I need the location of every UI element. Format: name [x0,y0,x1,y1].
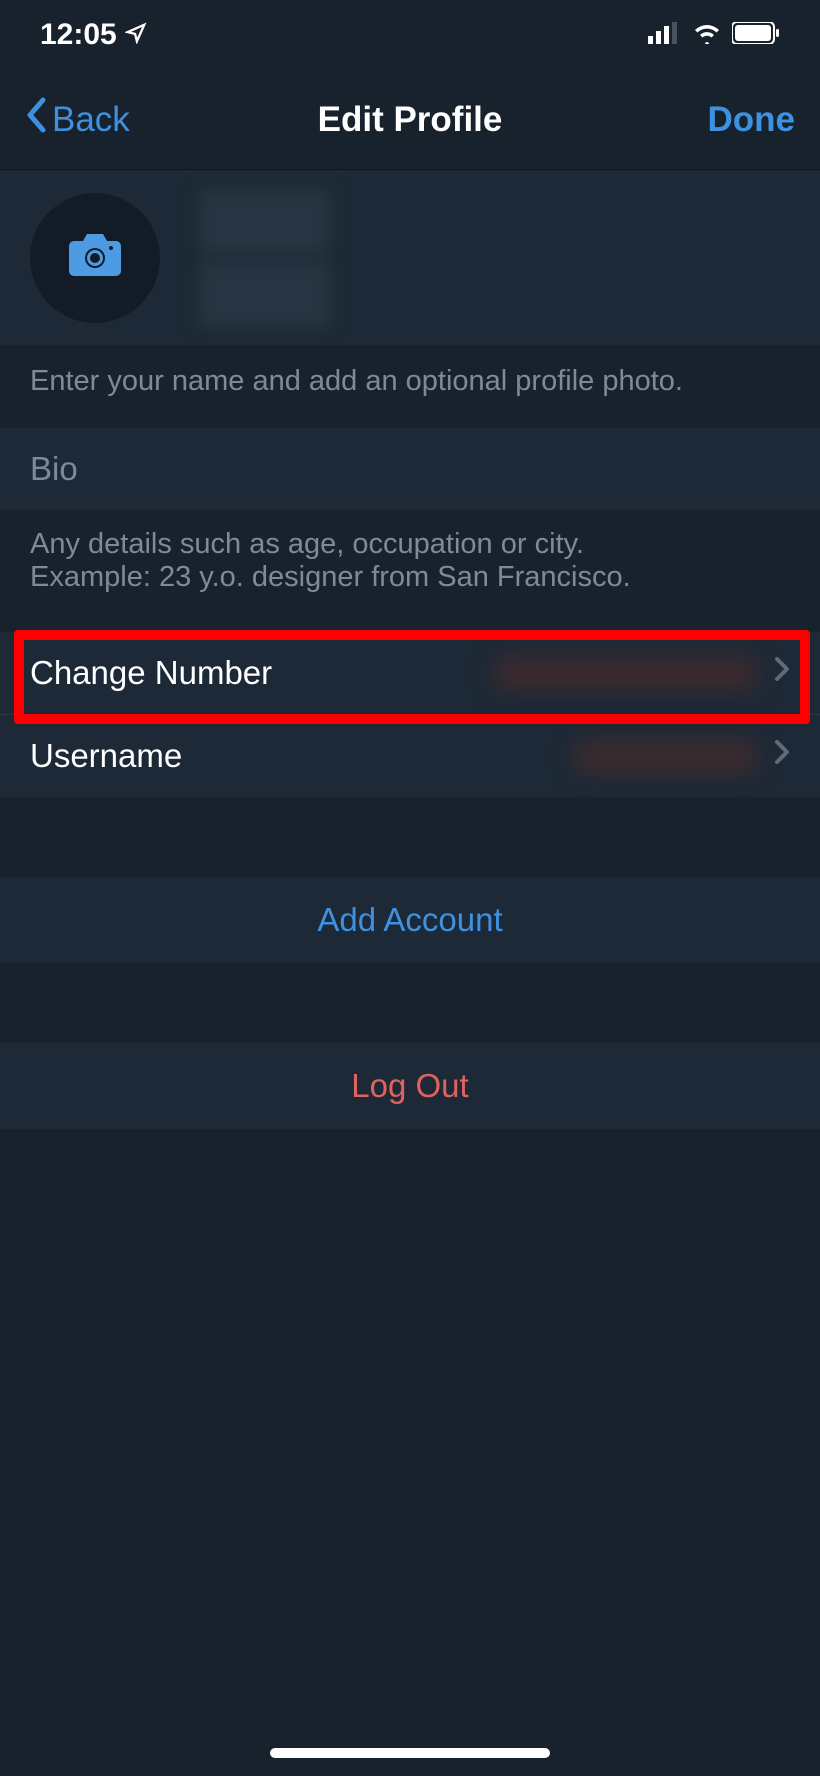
chevron-left-icon [25,97,47,142]
page-title: Edit Profile [318,100,503,140]
battery-icon [732,18,780,52]
change-number-label: Change Number [30,654,272,692]
log-out-button[interactable]: Log Out [0,1043,820,1129]
name-help-text: Enter your name and add an optional prof… [0,345,820,428]
last-name-field[interactable] [200,262,330,327]
phone-number-value [496,656,756,691]
back-label: Back [52,100,130,140]
wifi-icon [692,18,722,52]
add-account-button[interactable]: Add Account [0,877,820,963]
username-value [576,739,756,774]
status-bar: 12:05 [0,0,820,70]
camera-icon [69,234,121,281]
nav-header: Back Edit Profile Done [0,70,820,170]
done-button[interactable]: Done [708,100,796,140]
change-number-row[interactable]: Change Number [0,632,820,714]
home-indicator[interactable] [270,1748,550,1758]
first-name-field[interactable] [200,189,330,254]
profile-photo-name-section [0,170,820,345]
status-time: 12:05 [40,18,117,52]
profile-photo-button[interactable] [30,193,160,323]
username-row[interactable]: Username [0,714,820,797]
signal-icon [648,18,682,52]
username-label: Username [30,737,182,775]
chevron-right-icon [774,656,790,690]
chevron-right-icon [774,739,790,773]
back-button[interactable]: Back [25,97,130,142]
bio-help-text: Any details such as age, occupation or c… [0,510,820,632]
bio-field[interactable]: Bio [0,428,820,510]
location-icon [125,18,147,52]
account-settings-list: Change Number Username [0,632,820,797]
